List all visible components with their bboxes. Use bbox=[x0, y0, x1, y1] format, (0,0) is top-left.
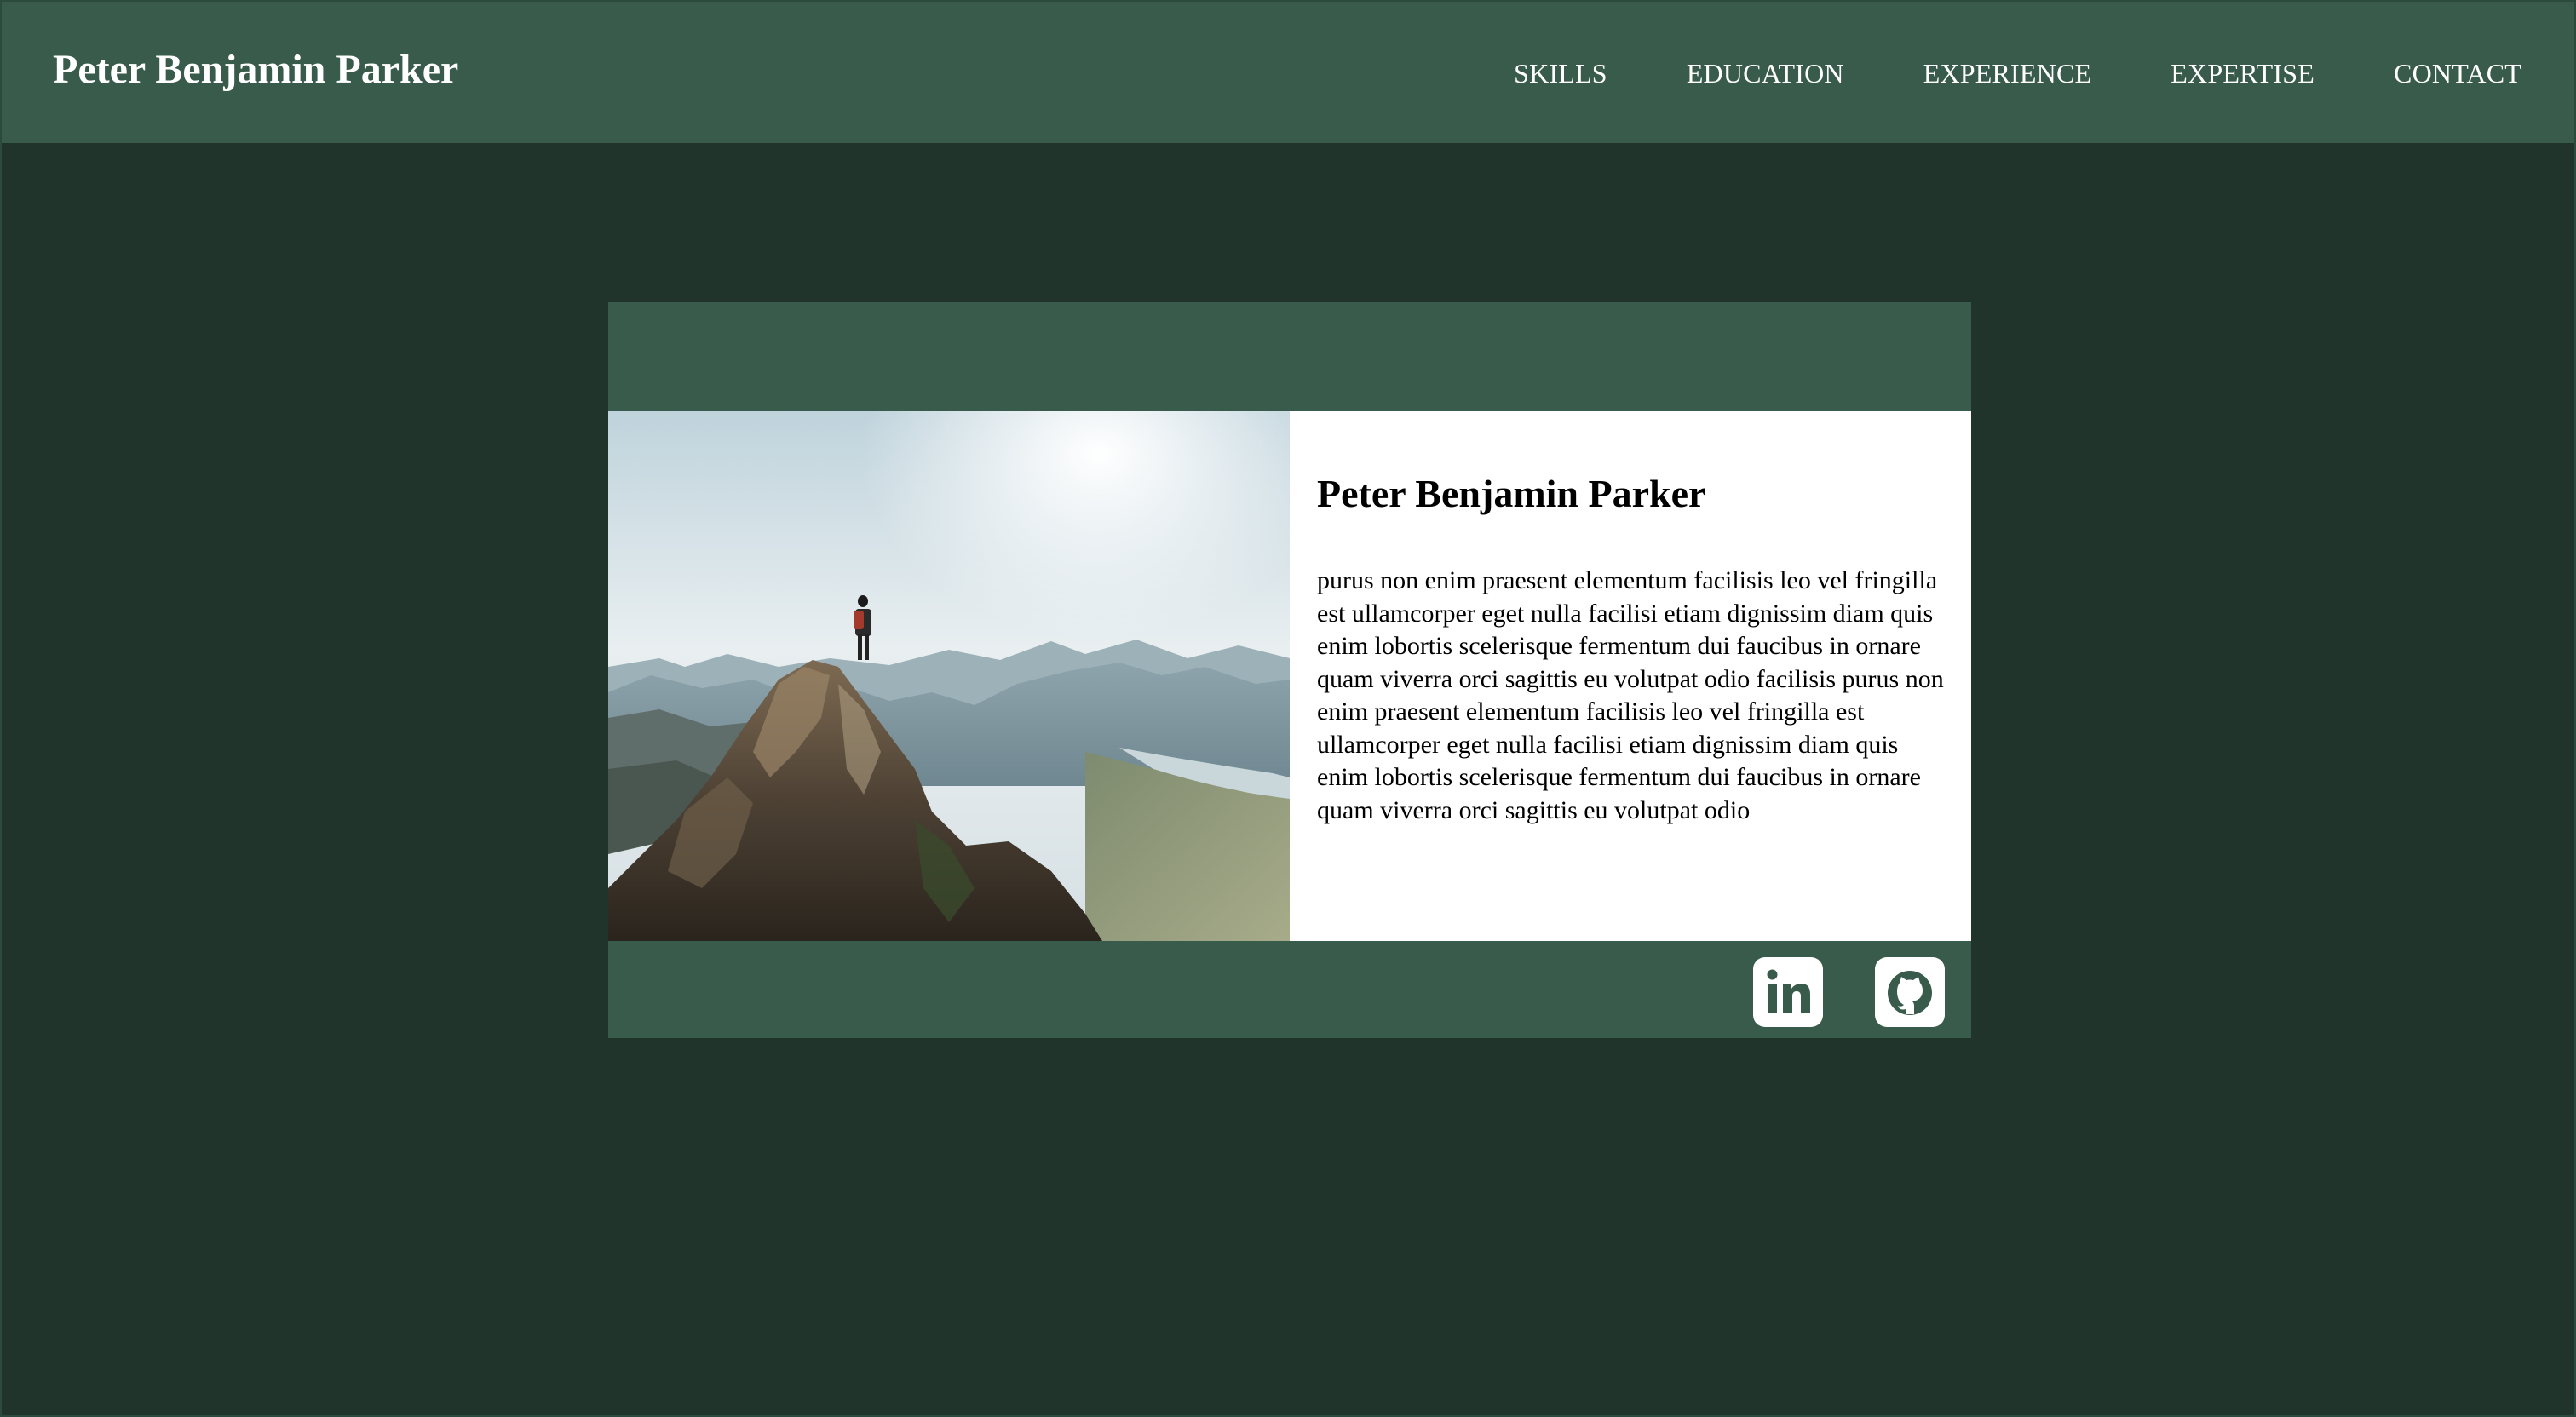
nav-expertise[interactable]: EXPERTISE bbox=[2171, 58, 2314, 89]
linkedin-icon bbox=[1767, 969, 1810, 1013]
top-navigation-bar: Peter Benjamin Parker SKILLS EDUCATION E… bbox=[2, 2, 2574, 143]
nav-contact[interactable]: CONTACT bbox=[2394, 58, 2521, 89]
site-title[interactable]: Peter Benjamin Parker bbox=[53, 46, 458, 93]
github-link[interactable] bbox=[1875, 957, 1945, 1027]
profile-photo bbox=[608, 411, 1290, 941]
nav-education[interactable]: EDUCATION bbox=[1687, 58, 1844, 89]
linkedin-link[interactable] bbox=[1753, 957, 1823, 1027]
nav-skills[interactable]: SKILLS bbox=[1514, 58, 1607, 89]
nav-experience[interactable]: EXPERIENCE bbox=[1923, 58, 2092, 89]
github-icon bbox=[1888, 971, 1932, 1015]
profile-bio-panel: Peter Benjamin Parker purus non enim pra… bbox=[1290, 411, 1971, 941]
main-nav: SKILLS EDUCATION EXPERIENCE EXPERTISE CO… bbox=[1514, 58, 2521, 89]
profile-description: purus non enim praesent elementum facili… bbox=[1317, 566, 1944, 824]
profile-name: Peter Benjamin Parker bbox=[1317, 472, 1706, 515]
profile-card: Peter Benjamin Parker purus non enim pra… bbox=[608, 302, 1971, 1038]
